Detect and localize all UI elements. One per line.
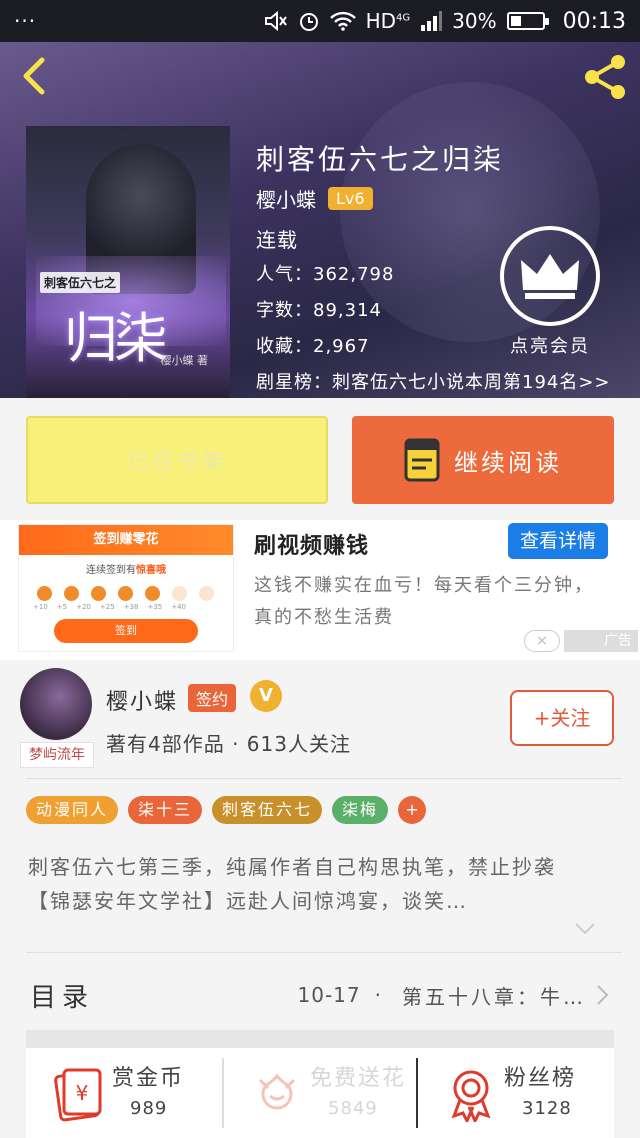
fan-ranking-button[interactable]: 粉丝榜 3128 xyxy=(418,1048,614,1138)
avatar-tag: 梦屿流年 xyxy=(20,742,94,768)
add-tag-button[interactable]: + xyxy=(398,796,427,824)
ad-banner[interactable]: 签到赚零花 连续签到有惊喜哦 +10 +5 +20 +25 +38 +35 +40 签到 刷… xyxy=(0,520,640,660)
divider xyxy=(26,778,622,779)
action-bar: 已在书架 继续阅读 xyxy=(0,398,640,520)
book-detail-page: ··· HD4G 30% 00:13 刺客伍六七之 归柒 樱小蝶 著 刺客伍六七… xyxy=(0,0,640,1138)
section-divider xyxy=(26,1030,614,1048)
book-intro[interactable]: 刺客伍六七第三季，纯属作者自己构思执笔，禁止抄袭 【锦瑟安年文学社】远赴人间惊鸿… xyxy=(28,850,608,918)
ad-description: 这钱不赚实在血亏！每天看个三分钟，真的不愁生活费 xyxy=(254,575,594,628)
chevron-right-icon xyxy=(597,985,609,1005)
divider xyxy=(26,952,622,953)
ad-label: 广告 xyxy=(564,630,638,652)
bottom-stats-bar: ¥ 赏金币 989 免费送花 5849 粉丝榜 3128 xyxy=(26,1048,614,1138)
vip-label[interactable]: 点亮会员 xyxy=(494,332,606,358)
ad-thumb-nums: +10 +5 +20 +25 +38 +35 +40 xyxy=(33,603,187,611)
reward-coins-button[interactable]: ¥ 赏金币 989 xyxy=(26,1048,222,1138)
continue-reading-button[interactable]: 继续阅读 xyxy=(352,416,614,504)
book-popularity: 人气：362,798 xyxy=(256,264,395,285)
in-shelf-button[interactable]: 已在书架 xyxy=(26,416,328,504)
book-word-count: 字数：89,314 xyxy=(256,300,382,321)
wifi-icon xyxy=(329,11,356,31)
ranking-link[interactable]: 剧星榜：刺客伍六七小说本周第194名>> xyxy=(256,368,611,394)
ad-close-button[interactable]: × xyxy=(524,630,560,652)
step-dot xyxy=(64,586,79,601)
coin-envelope-icon: ¥ xyxy=(54,1068,102,1122)
ad-thumbnail[interactable]: 签到赚零花 连续签到有惊喜哦 +10 +5 +20 +25 +38 +35 +40 签到 xyxy=(18,524,234,652)
cover-title: 归柒 xyxy=(64,307,168,370)
crown-icon xyxy=(521,254,579,299)
cover-subtitle: 刺客伍六七之 xyxy=(40,272,121,293)
flower-icon xyxy=(258,1073,296,1110)
ad-thumb-subtitle: 连续签到有惊喜哦 xyxy=(86,565,166,576)
signal-icon xyxy=(421,11,443,31)
author-avatar[interactable] xyxy=(20,668,92,740)
svg-text:¥: ¥ xyxy=(76,1081,89,1105)
tag-item[interactable]: 动漫同人 xyxy=(26,796,119,824)
status-bar: ··· HD4G 30% 00:13 xyxy=(0,0,640,42)
reward-count: 989 xyxy=(130,1098,168,1119)
flower-count: 5849 xyxy=(328,1098,378,1119)
author-name[interactable]: 樱小蝶 xyxy=(256,184,316,213)
book-favorites: 收藏：2,967 xyxy=(256,336,370,357)
toc-label: 目录 xyxy=(30,982,95,1013)
tag-list: 动漫同人 柒十三 刺客伍六七 柒梅 + xyxy=(26,796,427,824)
toc-separator: · xyxy=(374,983,384,1007)
toc-update-date: 10-17 xyxy=(297,983,361,1007)
share-icon[interactable] xyxy=(580,52,630,102)
status-menu: ··· xyxy=(14,9,37,33)
signed-badge: 签约 xyxy=(188,684,237,712)
free-flower-button[interactable]: 免费送花 5849 xyxy=(224,1048,420,1138)
ad-title[interactable]: 刷视频赚钱 xyxy=(254,528,369,560)
ad-thumb-steps xyxy=(19,576,233,603)
reward-label: 赏金币 xyxy=(112,1066,185,1091)
book-cover[interactable]: 刺客伍六七之 归柒 樱小蝶 著 xyxy=(26,126,230,398)
fans-label: 粉丝榜 xyxy=(504,1066,577,1091)
verified-badge: V xyxy=(250,680,282,712)
table-of-contents-row[interactable]: 目录 10-17 · 第五十八章：牛… xyxy=(30,970,610,1020)
step-dot xyxy=(91,586,106,601)
battery-icon xyxy=(506,12,549,30)
step-dot xyxy=(118,586,133,601)
network-label: HD4G xyxy=(365,9,411,33)
author-card-name[interactable]: 樱小蝶 xyxy=(106,684,178,716)
follow-button[interactable]: +关注 xyxy=(510,690,614,746)
flower-label: 免费送花 xyxy=(310,1066,407,1091)
book-status: 连载 xyxy=(256,228,298,252)
ad-detail-button[interactable]: 查看详情 xyxy=(508,523,608,559)
clock: 00:13 xyxy=(562,8,626,34)
status-right: HD4G 30% 00:13 xyxy=(264,9,626,34)
ad-thumb-sign-button: 签到 xyxy=(54,619,198,643)
ad-thumb-title: 签到赚零花 xyxy=(19,525,233,555)
medal-icon xyxy=(451,1070,491,1122)
step-dot xyxy=(172,586,187,601)
cover-author: 樱小蝶 著 xyxy=(160,354,209,367)
tag-item[interactable]: 柒十三 xyxy=(128,796,203,824)
book-title: 刺客伍六七之归柒 xyxy=(256,143,505,176)
book-header: 刺客伍六七之 归柒 樱小蝶 著 刺客伍六七之归柒 樱小蝶 Lv6 连载 人气：3… xyxy=(0,42,640,398)
author-works: 著有4部作品 · 613人关注 xyxy=(106,732,351,756)
step-dot xyxy=(145,586,160,601)
level-badge: Lv6 xyxy=(328,187,373,210)
author-row: 樱小蝶 Lv6 xyxy=(256,184,373,213)
book-icon xyxy=(404,438,440,482)
back-icon[interactable] xyxy=(14,54,58,98)
step-dot xyxy=(199,586,214,601)
toc-latest-chapter: 第五十八章：牛… xyxy=(402,984,586,1009)
fans-count: 3128 xyxy=(522,1098,572,1119)
chevron-down-icon[interactable] xyxy=(574,922,596,936)
tag-item[interactable]: 柒梅 xyxy=(332,796,389,824)
book-info-section: 梦屿流年 樱小蝶 签约 V 著有4部作品 · 613人关注 +关注 动漫同人 柒… xyxy=(0,660,640,1138)
battery-percent: 30% xyxy=(452,9,497,33)
mute-icon xyxy=(264,10,287,32)
vip-button[interactable] xyxy=(500,226,600,326)
tag-item[interactable]: 刺客伍六七 xyxy=(212,796,323,824)
step-dot xyxy=(37,586,52,601)
continue-reading-label: 继续阅读 xyxy=(454,448,562,477)
alarm-icon xyxy=(299,13,318,31)
